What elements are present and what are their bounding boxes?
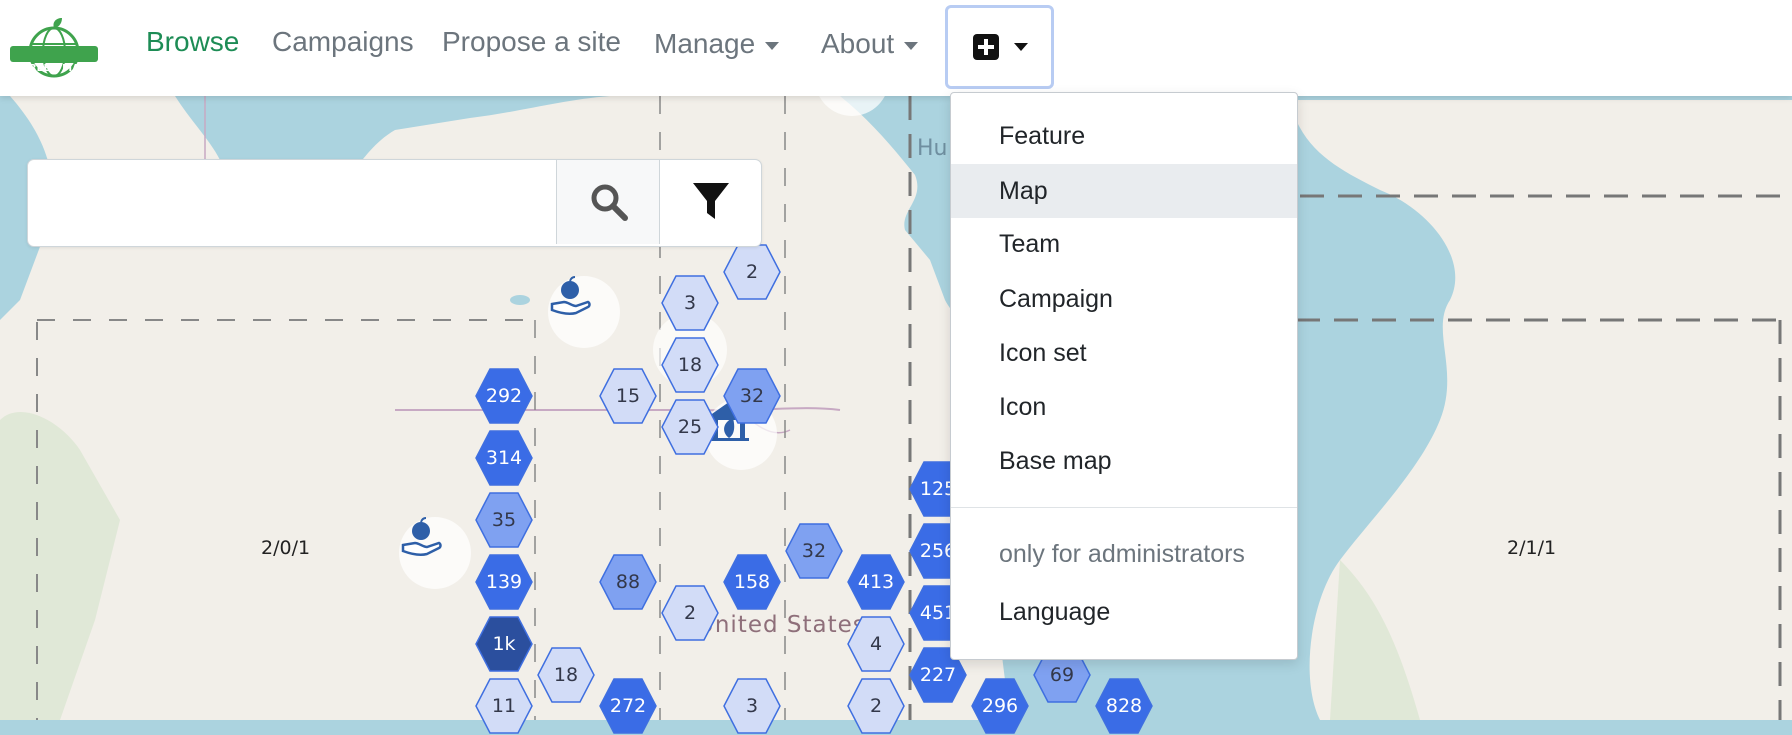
chevron-down-icon: [1013, 43, 1028, 51]
search-button[interactable]: [556, 160, 660, 244]
nav-campaigns[interactable]: Campaigns: [272, 26, 414, 58]
filter-icon: [693, 183, 729, 219]
map-cluster-hex[interactable]: 413: [847, 553, 905, 611]
cluster-count: 11: [491, 695, 517, 717]
search-input[interactable]: [28, 160, 556, 244]
map-cluster-hex[interactable]: 292: [475, 367, 533, 425]
cluster-count: 88: [615, 571, 641, 593]
cluster-count: 2: [745, 261, 759, 283]
tile-label: 2/1/1: [1507, 537, 1557, 559]
search-icon: [591, 184, 628, 221]
map-cluster-hex[interactable]: 139: [475, 553, 533, 611]
cluster-count: 828: [1105, 695, 1143, 717]
nav-browse[interactable]: Browse: [146, 26, 239, 58]
map-cluster-hex[interactable]: 35: [475, 491, 533, 549]
map-cluster-hex[interactable]: 15: [599, 367, 657, 425]
map-cluster-hex[interactable]: 32: [723, 367, 781, 425]
basemap: [0, 96, 1792, 720]
map-cluster-hex[interactable]: 2: [847, 677, 905, 735]
chevron-down-icon: [765, 41, 780, 50]
cluster-count: 158: [733, 571, 771, 593]
cluster-count: 35: [491, 509, 517, 531]
dropdown-item-campaign[interactable]: Campaign: [951, 272, 1297, 326]
cluster-count: 18: [553, 664, 579, 686]
map-cluster-hex[interactable]: 11: [475, 677, 533, 735]
map-view[interactable]: 2/0/1 2/1/1 United States Hu 2 3 18 15 32 25 2…: [0, 0, 1792, 734]
filter-button[interactable]: [659, 160, 762, 244]
map-cluster-hex[interactable]: 18: [661, 336, 719, 394]
cluster-count: 292: [485, 385, 523, 407]
map-cluster-hex[interactable]: 828: [1095, 677, 1153, 735]
cluster-count: 2: [869, 695, 883, 717]
dropdown-item-map[interactable]: Map: [951, 164, 1297, 218]
cluster-count: 314: [485, 447, 523, 469]
map-cluster-hex[interactable]: 1k: [475, 615, 533, 673]
nav-propose-site[interactable]: Propose a site: [442, 26, 621, 58]
cluster-count: 32: [801, 540, 827, 562]
cluster-count: 2: [683, 602, 697, 624]
green-map-logo[interactable]: GREEN MAP: [8, 16, 100, 80]
cluster-count: 18: [677, 354, 703, 376]
cluster-count: 1k: [492, 633, 516, 655]
map-cluster-hex[interactable]: 88: [599, 553, 657, 611]
dropdown-header: only for administrators: [999, 540, 1245, 568]
nav-manage-label: Manage: [654, 28, 756, 59]
cluster-count: 3: [683, 292, 697, 314]
map-cluster-hex[interactable]: 3: [661, 274, 719, 332]
dropdown-divider: [951, 507, 1297, 508]
cluster-count: 3: [745, 695, 759, 717]
add-dropdown-menu: Feature Map Team Campaign Icon set Icon …: [950, 92, 1298, 660]
dropdown-item-language[interactable]: Language: [951, 585, 1297, 639]
map-cluster-hex[interactable]: 18: [537, 646, 595, 704]
cluster-count: 139: [485, 571, 523, 593]
map-cluster-hex[interactable]: 32: [785, 522, 843, 580]
navbar: GREEN MAP Browse Campaigns Propose a sit…: [0, 0, 1792, 96]
poi-apple-hand-icon[interactable]: [399, 517, 471, 589]
chevron-down-icon: [904, 41, 919, 50]
search-bar: [27, 159, 762, 247]
plus-square-icon: [972, 34, 999, 60]
map-cluster-hex[interactable]: 2: [661, 584, 719, 642]
map-cluster-hex[interactable]: 314: [475, 429, 533, 487]
dropdown-item-team[interactable]: Team: [951, 217, 1297, 271]
map-cluster-hex[interactable]: 296: [971, 677, 1029, 735]
country-label: United States: [697, 612, 866, 638]
cluster-count: 15: [615, 385, 641, 407]
nav-about-dropdown[interactable]: About: [821, 28, 919, 60]
dropdown-item-base-map[interactable]: Base map: [951, 434, 1297, 488]
dropdown-item-feature[interactable]: Feature: [951, 109, 1297, 163]
cluster-count: 272: [609, 695, 647, 717]
add-menu-button[interactable]: [945, 5, 1054, 89]
map-cluster-hex[interactable]: 4: [847, 615, 905, 673]
cluster-count: 413: [857, 571, 895, 593]
cluster-count: 4: [869, 633, 883, 655]
dropdown-item-icon[interactable]: Icon: [951, 380, 1297, 434]
poi-apple-hand-icon[interactable]: [548, 276, 620, 348]
logo-text: GREEN MAP: [20, 63, 88, 74]
cluster-count: 32: [739, 385, 765, 407]
cluster-count: 69: [1049, 664, 1075, 686]
nav-manage-dropdown[interactable]: Manage: [654, 28, 780, 60]
water-label: Hu: [917, 136, 948, 161]
cluster-count: 296: [981, 695, 1019, 717]
map-cluster-hex[interactable]: 272: [599, 677, 657, 735]
map-cluster-hex[interactable]: 158: [723, 553, 781, 611]
tile-label: 2/0/1: [261, 537, 311, 559]
dropdown-item-icon-set[interactable]: Icon set: [951, 326, 1297, 380]
cluster-count: 227: [919, 664, 957, 686]
map-cluster-hex[interactable]: 25: [661, 398, 719, 456]
nav-about-label: About: [821, 28, 895, 59]
map-cluster-hex[interactable]: 2: [723, 243, 781, 301]
cluster-count: 25: [677, 416, 703, 438]
map-cluster-hex[interactable]: 3: [723, 677, 781, 735]
